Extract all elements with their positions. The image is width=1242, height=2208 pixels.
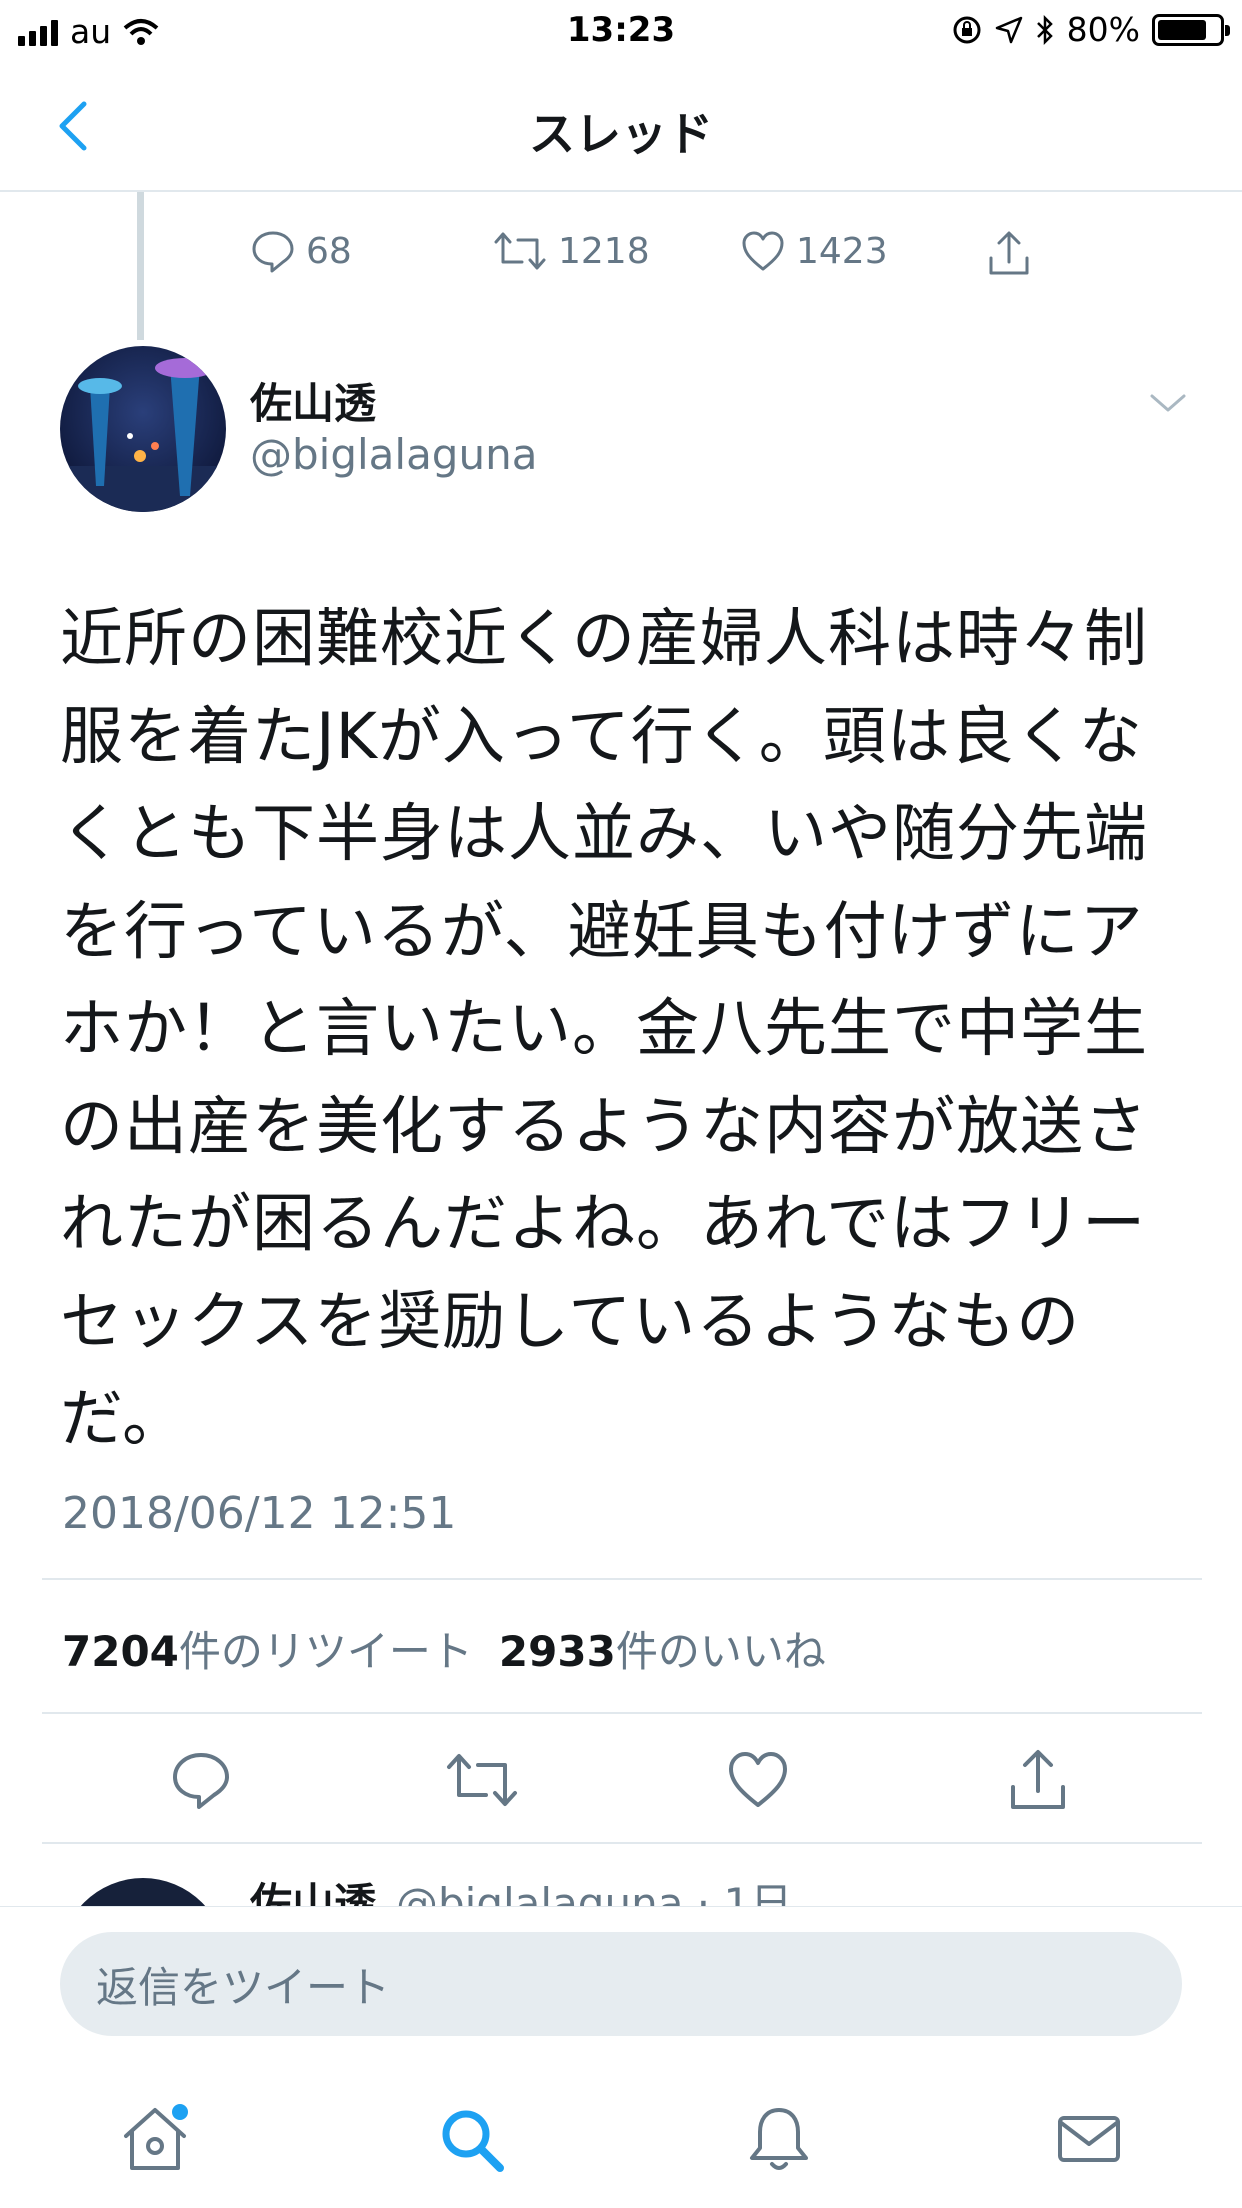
prev-reply-button[interactable]: 68 [250,228,352,274]
retweet-icon [494,232,546,270]
retweet-icon[interactable] [444,1745,520,1815]
avatar-image [60,346,226,512]
prev-retweet-count: 1218 [558,230,650,272]
tweet-text: 近所の困難校近くの産婦人科は時々制服を着たJKが入って行く。頭は良くなくとも下半… [60,602,1148,1455]
prev-like-button[interactable]: 1423 [740,228,888,274]
status-right: 80% [951,10,1230,49]
retweet-stat-label: 件のリツイート [178,1627,473,1676]
chevron-down-icon[interactable] [1148,388,1188,418]
battery-percent: 80% [1066,10,1140,49]
reply-icon[interactable] [166,1745,236,1815]
notification-dot [172,2104,188,2120]
battery-icon [1152,13,1230,46]
reply-bar: 返信をツイート [0,1906,1242,2036]
avatar[interactable] [60,346,226,512]
divider [42,1842,1202,1844]
heart-icon[interactable] [723,1745,793,1815]
battery-level [1158,19,1206,40]
next-tweet-meta: @biglalaguna · 1日 [396,1879,793,1906]
retweet-stat[interactable]: 7204件のリツイート [62,1618,473,1679]
divider [42,1712,1202,1714]
divider [42,1578,1202,1580]
tweet-actions [0,1745,1242,1815]
page-title: スレッド [529,107,713,161]
prev-retweet-button[interactable]: 1218 [492,228,650,274]
user-handle[interactable]: @biglalaguna [250,430,537,479]
prev-share-button[interactable] [986,228,1032,278]
display-name[interactable]: 佐山透 [250,370,376,431]
status-bar: au 13:23 80% [0,0,1242,62]
mail-icon[interactable] [1052,2102,1126,2176]
bluetooth-icon [1036,14,1053,45]
share-icon [989,231,1029,275]
prev-reply-count: 68 [306,230,352,272]
location-icon [995,16,1022,43]
tweet-timestamp: 2018/06/12 12:51 [62,1488,457,1539]
reply-input[interactable]: 返信をツイート [60,1932,1182,2036]
prev-tweet-actions: 68 1218 1423 [0,228,1242,288]
like-total: 2933 [498,1627,616,1676]
rotation-lock-icon [953,16,981,43]
search-icon[interactable] [434,2102,508,2176]
tab-bar [0,2058,1242,2208]
bell-icon[interactable] [742,2102,816,2176]
prev-like-count: 1423 [796,230,888,272]
next-tweet[interactable]: 佐山透 @biglalaguna · 1日 [0,1848,1242,1906]
share-icon[interactable] [1003,1745,1073,1815]
like-stat[interactable]: 2933件のいいね [499,1618,826,1679]
tweet-stats: 7204件のリツイート 2933件のいいね [62,1618,826,1679]
next-avatar[interactable] [60,1878,226,1906]
like-stat-label: 件のいいね [615,1627,826,1676]
retweet-total: 7204 [62,1627,179,1676]
nav-bar: スレッド [0,62,1242,192]
next-display-name[interactable]: 佐山透 [250,1870,376,1906]
reply-icon [252,231,294,273]
heart-icon [742,231,784,271]
